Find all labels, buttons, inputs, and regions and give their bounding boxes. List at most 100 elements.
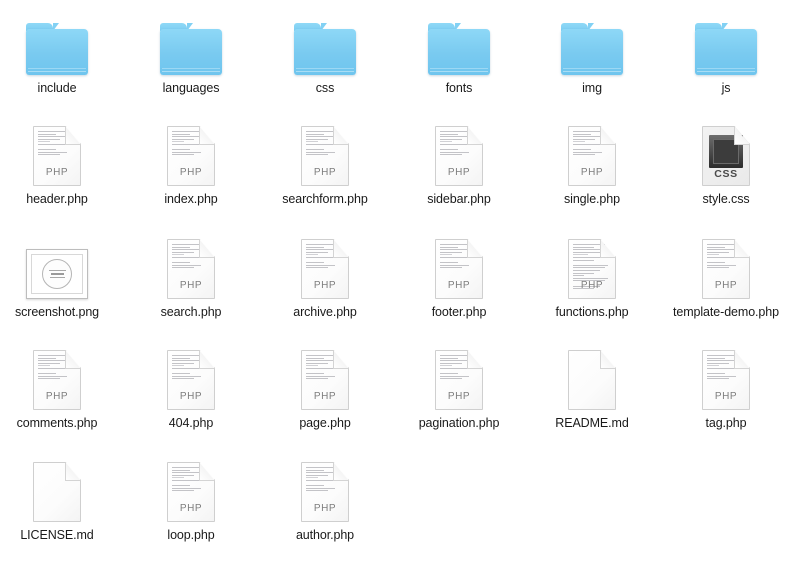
file-grid-item[interactable]: css: [258, 9, 392, 119]
file-grid-item[interactable]: README.md: [525, 344, 659, 454]
php-file-icon[interactable]: PHP: [301, 462, 349, 522]
file-name-label[interactable]: js: [722, 81, 731, 96]
file-name-label[interactable]: loop.php: [167, 528, 214, 543]
css-file-icon[interactable]: CSS: [702, 126, 750, 186]
php-file-icon[interactable]: PHP: [435, 350, 483, 410]
file-icon-wrapper: PHP: [558, 120, 626, 186]
folder-icon[interactable]: [26, 23, 88, 75]
php-file-icon[interactable]: PHP: [568, 126, 616, 186]
file-grid-item[interactable]: PHP index.php: [124, 120, 258, 230]
file-grid-item[interactable]: PHP author.php: [258, 456, 392, 566]
php-file-icon[interactable]: PHP: [301, 239, 349, 299]
file-name-label[interactable]: tag.php: [705, 416, 746, 431]
file-name-label[interactable]: pagination.php: [419, 416, 500, 431]
file-grid-item[interactable]: PHP 404.php: [124, 344, 258, 454]
file-name-label[interactable]: search.php: [161, 305, 222, 320]
file-grid-item[interactable]: CSS style.css: [659, 120, 793, 230]
file-name-label[interactable]: sidebar.php: [427, 192, 491, 207]
file-grid-item[interactable]: PHP footer.php: [392, 233, 526, 343]
php-file-icon[interactable]: PHP: [702, 350, 750, 410]
file-name-label[interactable]: languages: [163, 81, 220, 96]
php-file-icon[interactable]: PHP: [568, 239, 616, 299]
file-grid-item[interactable]: include: [0, 9, 124, 119]
file-grid-item[interactable]: PHP page.php: [258, 344, 392, 454]
php-file-icon[interactable]: PHP: [435, 239, 483, 299]
file-grid-item[interactable]: languages: [124, 9, 258, 119]
file-name-label[interactable]: LICENSE.md: [20, 528, 93, 543]
file-grid-item[interactable]: PHP header.php: [0, 120, 124, 230]
file-name-label[interactable]: fonts: [446, 81, 473, 96]
php-file-icon[interactable]: PHP: [435, 126, 483, 186]
php-file-icon[interactable]: PHP: [167, 350, 215, 410]
php-file-icon[interactable]: PHP: [33, 126, 81, 186]
php-file-icon[interactable]: PHP: [301, 126, 349, 186]
file-name-label[interactable]: author.php: [296, 528, 354, 543]
php-file-icon[interactable]: PHP: [301, 350, 349, 410]
code-lines-texture: [573, 131, 604, 157]
file-name-label[interactable]: README.md: [555, 416, 629, 431]
file-name-label[interactable]: searchform.php: [282, 192, 368, 207]
folder-icon[interactable]: [428, 23, 490, 75]
file-grid-item[interactable]: screenshot.png: [0, 233, 124, 343]
file-name-label[interactable]: header.php: [26, 192, 88, 207]
php-file-icon[interactable]: PHP: [167, 239, 215, 299]
file-grid-item[interactable]: PHP template-demo.php: [659, 233, 793, 343]
php-file-icon[interactable]: PHP: [33, 350, 81, 410]
file-name-label[interactable]: functions.php: [555, 305, 628, 320]
file-name-label[interactable]: page.php: [299, 416, 350, 431]
file-grid-item[interactable]: PHP functions.php: [525, 233, 659, 343]
file-icon-wrapper: PHP: [23, 120, 91, 186]
file-name-label[interactable]: single.php: [564, 192, 620, 207]
php-file-icon[interactable]: PHP: [167, 462, 215, 522]
plain-document-icon[interactable]: [33, 462, 81, 522]
file-icon-wrapper: PHP: [425, 344, 493, 410]
file-grid-item[interactable]: PHP search.php: [124, 233, 258, 343]
file-type-badge-label: PHP: [45, 391, 69, 402]
file-grid-item[interactable]: PHP sidebar.php: [392, 120, 526, 230]
code-lines-texture: [440, 355, 471, 381]
file-type-badge-label: PHP: [313, 391, 337, 402]
php-file-icon[interactable]: PHP: [167, 126, 215, 186]
folder-icon[interactable]: [561, 23, 623, 75]
file-type-badge-label: PHP: [179, 280, 203, 291]
file-name-label[interactable]: screenshot.png: [15, 305, 99, 320]
file-grid-item[interactable]: PHP single.php: [525, 120, 659, 230]
file-type-badge-label: PHP: [313, 167, 337, 178]
file-grid-item[interactable]: PHP loop.php: [124, 456, 258, 566]
file-type-badge-label: CSS: [714, 168, 738, 180]
file-name-label[interactable]: template-demo.php: [673, 305, 779, 320]
image-thumbnail-icon[interactable]: [26, 249, 88, 299]
code-lines-texture: [172, 355, 203, 381]
file-name-label[interactable]: archive.php: [293, 305, 357, 320]
file-type-badge-label: PHP: [714, 391, 738, 402]
file-name-label[interactable]: comments.php: [17, 416, 98, 431]
folder-icon[interactable]: [160, 23, 222, 75]
file-grid-item[interactable]: js: [659, 9, 793, 119]
file-type-badge-label: PHP: [580, 167, 604, 178]
file-name-label[interactable]: img: [582, 81, 602, 96]
file-name-label[interactable]: index.php: [164, 192, 217, 207]
file-grid-item[interactable]: LICENSE.md: [0, 456, 124, 566]
code-lines-texture: [306, 131, 337, 157]
php-file-icon[interactable]: PHP: [702, 239, 750, 299]
folder-icon[interactable]: [695, 23, 757, 75]
folder-body: [428, 29, 490, 75]
file-grid-item[interactable]: PHP searchform.php: [258, 120, 392, 230]
file-name-label[interactable]: footer.php: [432, 305, 487, 320]
file-grid-item[interactable]: PHP pagination.php: [392, 344, 526, 454]
file-name-label[interactable]: 404.php: [169, 416, 214, 431]
file-grid-item[interactable]: fonts: [392, 9, 526, 119]
file-name-label[interactable]: style.css: [702, 192, 749, 207]
file-name-label[interactable]: css: [316, 81, 335, 96]
file-name-label[interactable]: include: [38, 81, 77, 96]
file-grid-item[interactable]: img: [525, 9, 659, 119]
file-grid-item[interactable]: PHP tag.php: [659, 344, 793, 454]
file-grid-item[interactable]: PHP archive.php: [258, 233, 392, 343]
folder-icon[interactable]: [294, 23, 356, 75]
file-grid-item[interactable]: PHP comments.php: [0, 344, 124, 454]
file-icon-wrapper: PHP: [157, 120, 225, 186]
plain-document-icon[interactable]: [568, 350, 616, 410]
file-icon-wrapper: PHP: [157, 456, 225, 522]
file-type-badge-label: PHP: [179, 391, 203, 402]
file-type-badge-label: PHP: [447, 167, 471, 178]
